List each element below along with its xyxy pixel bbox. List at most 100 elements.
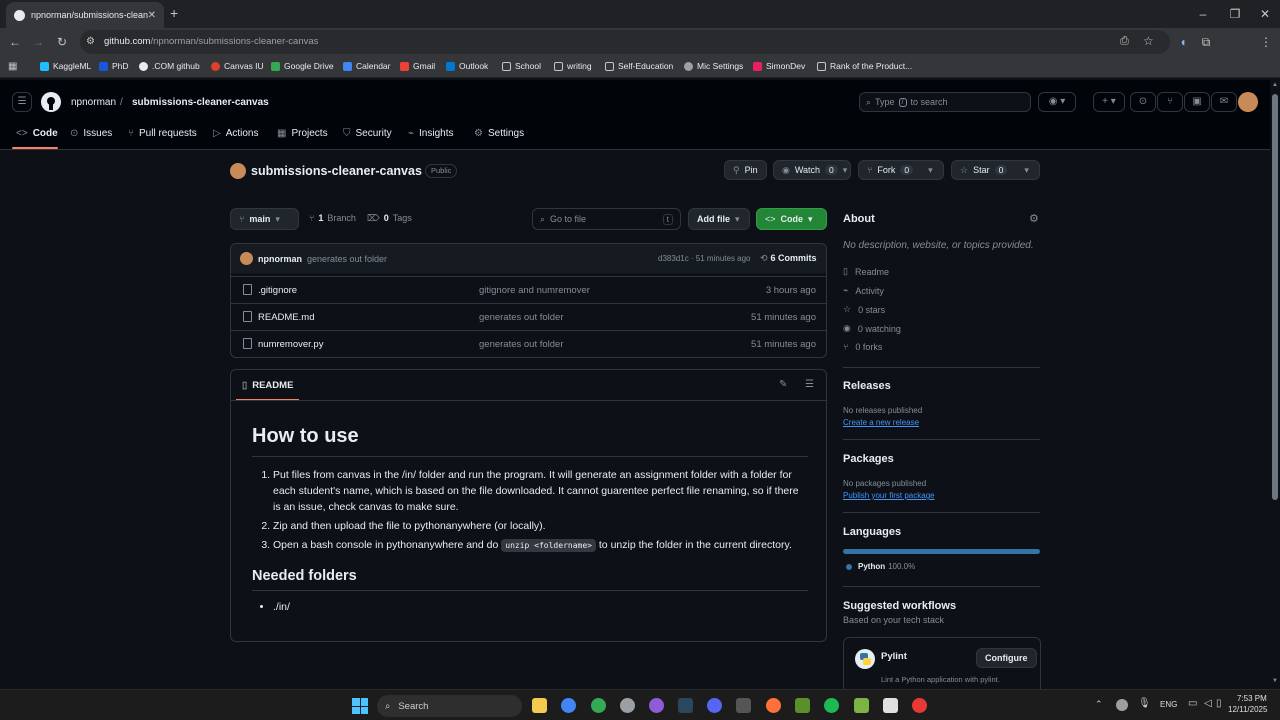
extension-icon[interactable]: ◖ [1175, 34, 1191, 50]
battery-icon[interactable]: ▯ [1216, 698, 1222, 709]
file-commit-message[interactable]: generates out folder [479, 339, 564, 350]
watch-button[interactable]: ◉ Watch 0 ▾ [773, 160, 851, 180]
packages-title[interactable]: Packages [843, 453, 894, 465]
tab-insights[interactable]: ⌁ Insights [408, 128, 454, 139]
chrome-icon[interactable] [561, 698, 576, 713]
tray-steam-icon[interactable] [1116, 699, 1128, 711]
minimize-icon[interactable]: – [1196, 7, 1210, 21]
reload-icon[interactable]: ↻ [54, 34, 70, 50]
browser-tab[interactable]: npnorman/submissions-cleaner-canvas ✕ [6, 2, 164, 28]
close-tab-icon[interactable]: ✕ [148, 10, 156, 21]
file-name[interactable]: numremover.py [258, 339, 323, 350]
file-explorer-icon[interactable] [532, 698, 547, 713]
go-to-file-input[interactable]: ⌕ Go to file t [532, 208, 681, 230]
language-indicator[interactable]: ENG [1160, 700, 1177, 709]
branch-select-button[interactable]: ⑂ main ▾ [230, 208, 299, 230]
restore-icon[interactable]: ❐ [1228, 7, 1242, 21]
issues-icon[interactable]: ⊙ [1130, 92, 1156, 112]
bookmark-kaggleml[interactable]: KaggleML [40, 61, 91, 71]
chrome-menu-icon[interactable]: ⋮ [1258, 34, 1274, 50]
releases-title[interactable]: Releases [843, 380, 891, 392]
app-record-icon[interactable] [912, 698, 927, 713]
windows-start-icon[interactable] [352, 698, 368, 714]
commit-message[interactable]: generates out folder [307, 254, 387, 264]
owner-link[interactable]: npnorman [71, 97, 116, 108]
file-row[interactable]: .gitignore gitignore and numremover 3 hour… [231, 276, 826, 303]
extensions-puzzle-icon[interactable]: ⧉ [1198, 34, 1214, 50]
tab-code[interactable]: <> Code [16, 128, 58, 139]
bookmark-self-education[interactable]: Self-Education [605, 61, 673, 71]
page-scrollbar[interactable]: ▲ ▼ [1270, 80, 1280, 689]
create-release-link[interactable]: Create a new release [843, 418, 919, 427]
tab-projects[interactable]: ▦ Projects [277, 128, 328, 139]
commits-link[interactable]: ⟲ 6 Commits [760, 253, 817, 264]
steam-icon[interactable] [678, 698, 693, 713]
bookmark-school[interactable]: School [502, 61, 541, 71]
app-green-icon[interactable] [854, 698, 869, 713]
repo-link[interactable]: submissions-cleaner-canvas [132, 97, 269, 108]
publish-package-link[interactable]: Publish your first package [843, 491, 935, 500]
bookmark-outlook[interactable]: Outlook [446, 61, 488, 71]
scroll-up-icon[interactable]: ▲ [1272, 82, 1278, 88]
bookmark-mic-settings[interactable]: Mic Settings [684, 61, 743, 71]
forward-icon[interactable]: → [30, 34, 46, 50]
about-link-stars[interactable]: ☆ 0 stars [843, 304, 885, 315]
tab-pull-requests[interactable]: ⑂ Pull requests [128, 128, 197, 139]
tags-link[interactable]: ⌦ 0 Tags [367, 213, 412, 224]
notepad-icon[interactable] [883, 698, 898, 713]
pull-requests-icon[interactable]: ⑂ [1157, 92, 1183, 112]
taskbar-search[interactable]: ⌕ Search [377, 695, 522, 717]
tray-chevron-icon[interactable]: ⌃ [1095, 699, 1103, 710]
readme-tab[interactable]: ▯ README [242, 380, 293, 391]
about-link-activity[interactable]: ⌁ Activity [843, 285, 884, 296]
bookmark-star-icon[interactable]: ☆ [1143, 34, 1154, 48]
microphone-icon[interactable]: 🎙 [1138, 698, 1151, 709]
commit-hash-time[interactable]: d383d1c · 51 minutes ago [658, 254, 751, 263]
bookmark-simondev[interactable]: SimonDev [753, 61, 805, 71]
github-logo-icon[interactable] [41, 92, 61, 112]
copilot-icon[interactable]: ◉ ▾ [1038, 92, 1076, 112]
add-file-button[interactable]: Add file ▾ [688, 208, 750, 230]
repositories-icon[interactable]: ▣ [1184, 92, 1210, 112]
code-button[interactable]: <> Code ▾ [756, 208, 827, 230]
file-row[interactable]: README.md generates out folder 51 minutes … [231, 303, 826, 330]
firefox-icon[interactable] [766, 698, 781, 713]
repo-title[interactable]: submissions-cleaner-canvas [251, 164, 422, 178]
language-python[interactable]: Python 100.0% [846, 562, 915, 571]
configure-button[interactable]: Configure [976, 648, 1037, 668]
bookmark-google-drive[interactable]: Google Drive [271, 61, 334, 71]
about-link-forks[interactable]: ⑂ 0 forks [843, 342, 882, 352]
install-app-icon[interactable]: ⎙ [1120, 35, 1129, 48]
discord-icon[interactable] [707, 698, 722, 713]
bookmark-gmail[interactable]: Gmail [400, 61, 435, 71]
pin-button[interactable]: ⚲ Pin [724, 160, 767, 180]
chrome-profile-icon[interactable] [591, 698, 606, 713]
global-search-input[interactable]: ⌕ Type / to search [859, 92, 1031, 112]
apps-grid-icon[interactable]: ▦ [8, 61, 17, 72]
tab-actions[interactable]: ▷ Actions [213, 128, 259, 139]
back-icon[interactable]: ← [7, 34, 23, 50]
about-settings-gear-icon[interactable]: ⚙ [1029, 212, 1039, 225]
file-commit-message[interactable]: generates out folder [479, 312, 564, 323]
spotify-icon[interactable] [824, 698, 839, 713]
close-window-icon[interactable]: ✕ [1258, 7, 1272, 21]
app-dark-icon[interactable] [736, 698, 751, 713]
bookmark-calendar[interactable]: Calendar [343, 61, 391, 71]
file-name[interactable]: README.md [258, 312, 314, 323]
edit-pencil-icon[interactable]: ✎ [779, 379, 787, 390]
clock-date[interactable]: 12/11/2025 [1228, 705, 1267, 714]
user-avatar[interactable] [1238, 92, 1258, 112]
tab-security[interactable]: ⛉ Security [343, 128, 392, 139]
hamburger-menu-icon[interactable]: ☰ [12, 92, 32, 112]
fork-button[interactable]: ⑂ Fork 0 ▾ [858, 160, 944, 180]
tab-settings[interactable]: ⚙ Settings [474, 128, 524, 139]
site-info-icon[interactable]: ⚙ [86, 36, 95, 47]
commit-author[interactable]: npnorman [258, 254, 302, 264]
bookmark-canvas-iu[interactable]: Canvas IU [211, 61, 264, 71]
notifications-icon[interactable]: ✉ [1211, 92, 1237, 112]
branches-link[interactable]: ⑂ 1 Branch [309, 213, 356, 223]
network-icon[interactable]: ▭ [1188, 698, 1197, 709]
file-commit-message[interactable]: gitignore and numremover [479, 285, 590, 296]
about-link-watching[interactable]: ◉ 0 watching [843, 323, 901, 334]
new-tab-button[interactable]: + [170, 6, 178, 20]
